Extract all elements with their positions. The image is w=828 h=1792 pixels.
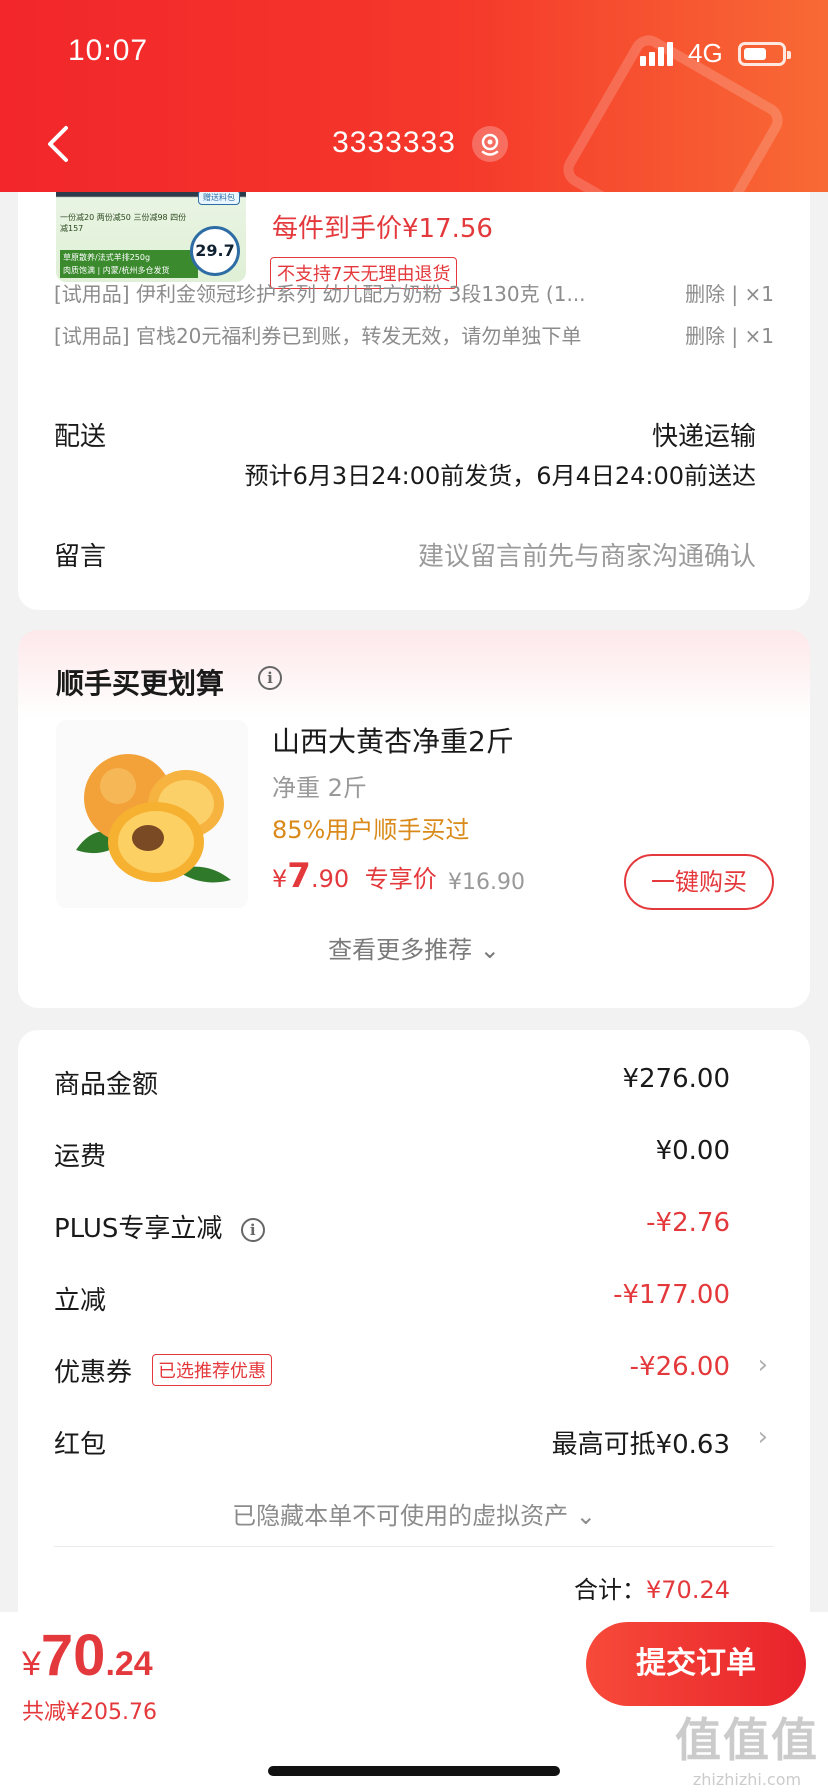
thumb-price: 29.7 (190, 226, 240, 276)
message-label: 留言 (54, 542, 107, 572)
plus-discount-label: PLUS专享立减 i (54, 1208, 265, 1245)
delivery-estimate: 预计6月3日24:00前发货，6月4日24:00前送达 (244, 462, 756, 490)
fee-summary-card: 商品金额 ¥276.00 运费 ¥0.00 PLUS专享立减 i -¥2.76 … (18, 1030, 810, 1630)
coupon-label: 优惠券 (54, 1358, 133, 1388)
chevron-right-icon[interactable]: › (758, 1422, 768, 1452)
more-recommend-link[interactable]: 查看更多推荐 ⌄ (18, 930, 810, 965)
network-label: 4G (688, 38, 723, 68)
shipping-value: ¥0.00 (655, 1136, 730, 1166)
pay-dec: .24 (105, 1645, 153, 1683)
pay-int: 70 (40, 1623, 106, 1688)
trial-item-text: [试用品] 伊利金领冠珍护系列 幼儿配方奶粉 3段130克 (1... (54, 282, 586, 306)
chevron-right-icon[interactable]: › (758, 1350, 768, 1380)
watermark-main: 值值值 (675, 1713, 819, 1767)
shipping-label: 运费 (54, 1142, 107, 1172)
home-indicator[interactable] (268, 1766, 560, 1776)
recommend-spec: 净重 2斤 (272, 774, 367, 802)
order-items-card: 赠送料包 一份减20 两份减50 三份减98 四份减157 草原散养/法式羊排2… (18, 150, 810, 610)
thumb-promo: 一份减20 两份减50 三份减98 四份减157 (60, 213, 187, 233)
pay-currency: ¥ (22, 1645, 41, 1683)
nav-bar: 3333333 (0, 110, 828, 180)
instant-discount-value: -¥177.00 (613, 1280, 730, 1310)
info-icon[interactable]: i (258, 666, 282, 690)
goods-amount-value: ¥276.00 (622, 1064, 730, 1094)
watermark: 值值值 zhizhizhi.com (672, 1704, 822, 1789)
redpacket-label: 红包 (54, 1430, 107, 1460)
divider (54, 1546, 774, 1547)
delivery-label: 配送 (54, 422, 107, 452)
recommend-price: ¥7.90 专享价 (272, 856, 437, 896)
plus-discount-text: PLUS专享立减 (54, 1214, 223, 1244)
watermark-sub: zhizhizhi.com (692, 1770, 802, 1789)
coupon-value[interactable]: -¥26.00 (630, 1352, 730, 1382)
hidden-assets-toggle[interactable]: 已隐藏本单不可使用的虚拟资产 ⌄ (18, 1496, 810, 1531)
total-saved: 共减¥205.76 (22, 1700, 157, 1725)
price-int: 7 (287, 856, 311, 896)
delivery-method[interactable]: 快递运输 (652, 416, 756, 453)
thumb-tag: 赠送料包 (198, 190, 240, 205)
trial-item-text: [试用品] 官栈20元福利券已到账，转发无效，请勿单独下单 (54, 324, 582, 348)
header: 10:07 4G 3333333 (0, 0, 828, 192)
battery-icon (738, 42, 791, 66)
status-time: 10:07 (68, 34, 149, 67)
recommend-social-proof: 85%用户顺手买过 (272, 816, 470, 844)
location-icon[interactable] (472, 126, 508, 162)
message-input[interactable]: 建议留言前先与商家沟通确认 (418, 536, 756, 573)
one-click-buy-button[interactable]: 一键购买 (624, 854, 774, 910)
recommend-card: 顺手买更划算 i 山西大黄杏净重2斤 净重 2斤 85%用户顺手买过 ¥7.90… (18, 630, 810, 1008)
original-price: ¥16.90 (448, 870, 525, 895)
plus-discount-value: -¥2.76 (646, 1208, 730, 1238)
bottom-bar: ¥70.24 共减¥205.76 提交订单 值值值 zhizhizhi.com (0, 1612, 828, 1792)
apricot-image[interactable] (56, 720, 248, 908)
info-icon[interactable]: i (240, 1217, 265, 1242)
total-label: 合计： (574, 1576, 647, 1604)
instant-discount-label: 立减 (54, 1286, 107, 1316)
submit-order-button[interactable]: 提交订单 (586, 1622, 806, 1706)
trial-item-delete[interactable]: 删除 | ×1 (685, 320, 774, 349)
unit-price: 每件到手价¥17.56 (272, 214, 493, 244)
trial-item: [试用品] 伊利金领冠珍护系列 幼儿配方奶粉 3段130克 (1... 删除 |… (54, 278, 774, 308)
trial-item: [试用品] 官栈20元福利券已到账，转发无效，请勿单独下单 删除 | ×1 (54, 320, 774, 350)
price-tag: 专享价 (364, 865, 437, 893)
recommend-title[interactable]: 山西大黄杏净重2斤 (272, 720, 514, 760)
thumb-bar: 草原散养/法式羊排250g 肉质饱满 | 内蒙/杭州多仓发货 (60, 250, 198, 278)
recommend-section-title: 顺手买更划算 (56, 667, 225, 700)
order-total: 合计：¥70.24 (574, 1570, 730, 1605)
page-title: 3333333 (332, 126, 456, 159)
trial-item-delete[interactable]: 删除 | ×1 (685, 278, 774, 307)
price-dec: .90 (310, 865, 350, 893)
price-symbol: ¥ (272, 865, 288, 893)
goods-amount-label: 商品金额 (54, 1070, 159, 1100)
status-bar: 10:07 4G (0, 0, 828, 104)
signal-icon (640, 42, 676, 66)
pay-total: ¥70.24 (22, 1622, 153, 1689)
coupon-badge: 已选推荐优惠 (152, 1354, 272, 1386)
total-value: ¥70.24 (646, 1576, 730, 1604)
redpacket-value[interactable]: 最高可抵¥0.63 (552, 1424, 730, 1461)
